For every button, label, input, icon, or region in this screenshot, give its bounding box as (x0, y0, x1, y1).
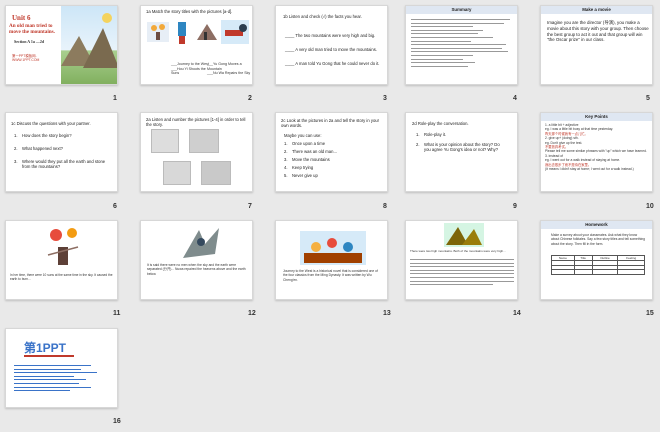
story-picture (163, 161, 191, 185)
task-item: Role-play it. (424, 132, 447, 137)
phrase-item: Never give up (292, 173, 318, 178)
match-item: ___Journey to the West (171, 62, 209, 66)
slide-heading: 2c Look at the pictures in 2a and tell t… (281, 118, 379, 129)
slide-subtitle: An old man tried to move the mountains. (9, 23, 55, 35)
key-points-list: 1. a little bit + adjective eg. I was a … (545, 123, 651, 171)
phrase-lead: Maybe you can use: (284, 133, 322, 138)
slide-thumbnail-14[interactable]: There were two high mountains. Both of t… (405, 220, 518, 300)
phrase-item: Move the mountains (292, 157, 330, 162)
slide-header: Homework (541, 221, 652, 229)
cover-illustration (61, 6, 117, 84)
key-point: (It means I didn't stay at home; I went … (545, 167, 634, 172)
slide-heading: Homework (585, 222, 608, 227)
question-item: What happened next? (22, 146, 63, 151)
summary-text-block (411, 17, 514, 67)
slide-logo: 第1PPT (24, 341, 67, 355)
slide-heading: Key Points (585, 114, 608, 119)
picture-a (147, 22, 169, 42)
slide-number-2: 2 (248, 95, 252, 102)
story-illustration (38, 225, 88, 273)
slide-header: Key Points (541, 113, 652, 121)
slide-number-15: 15 (646, 310, 654, 317)
slide-heading: 1a Match the story titles with the pictu… (146, 9, 233, 14)
slide-number-6: 6 (113, 203, 117, 210)
story-caption: Journey to the West is a historical nove… (283, 269, 378, 282)
slide-heading: Make a movie (582, 7, 611, 12)
phrase-item: There was an old man… (292, 149, 338, 154)
slide-number-10: 10 (646, 203, 654, 210)
slide-number-16: 16 (113, 418, 121, 425)
slide-number-13: 13 (383, 310, 391, 317)
story-illustration (444, 223, 484, 247)
slide-sorter-view: { "slides": [ {"num": "1", "title": "Uni… (0, 0, 660, 432)
slide-title: Unit 6 (12, 14, 31, 22)
slide-thumbnail-11[interactable]: In her time, there were 10 suns at the s… (5, 220, 118, 300)
section-label: Section A 1a —2d (14, 39, 45, 44)
slide-number-14: 14 (513, 310, 521, 317)
match-item: ___Hou Yi Shoots the Suns (171, 66, 206, 76)
story-illustration (179, 224, 223, 262)
question-item: Where would they put all the earth and s… (22, 159, 106, 170)
slide-thumbnail-4[interactable]: Summary (405, 5, 518, 85)
match-item: ___Yu Gong Moves a Mountain (207, 62, 242, 71)
story-picture (201, 161, 231, 185)
survey-table: Name Title Outline Feeling (551, 255, 645, 275)
fact-item: ____ A man told Yu Gong that he could ne… (285, 61, 380, 66)
question-item: How does the story begin? (22, 133, 72, 138)
task-item: What is your opinion about the story? Do… (424, 142, 500, 153)
picture-c (195, 20, 219, 42)
story-illustration (300, 231, 366, 265)
slide-heading: 2a Listen and number the pictures [1-4] … (146, 117, 246, 128)
slide-thumbnail-1[interactable]: Unit 6 An old man tried to move the moun… (5, 5, 118, 85)
story-text-block (410, 257, 514, 285)
slide-header: Make a movie (541, 6, 652, 14)
slide-thumbnail-7[interactable]: 2a Listen and number the pictures [1-4] … (140, 112, 253, 192)
slide-header: Summary (406, 6, 517, 14)
slide-thumbnail-6[interactable]: 1c Discuss the questions with your partn… (5, 112, 118, 192)
slide-number-1: 1 (113, 95, 117, 102)
slide-number-5: 5 (646, 95, 650, 102)
slide-number-4: 4 (513, 95, 517, 102)
slide-heading: 1b Listen and check (√) the facts you he… (283, 14, 362, 19)
logo-underline (24, 355, 74, 357)
slide-number-12: 12 (248, 310, 256, 317)
story-picture (151, 129, 179, 153)
phrase-item: Once upon a time (292, 141, 326, 146)
story-picture (189, 129, 219, 153)
slide-thumbnail-12[interactable]: It is said there were no men when the sk… (140, 220, 253, 300)
story-caption: It is said there were no men when the sk… (147, 263, 246, 276)
website-label: 第一PPT模板网-WWW.1PPT.COM (12, 54, 40, 62)
slide-number-8: 8 (383, 203, 387, 210)
slide-number-11: 11 (113, 310, 121, 317)
slide-heading: 2d Role-play the conversation. (412, 121, 469, 126)
fact-item: ____ The two mountains were very high an… (285, 33, 376, 38)
slide-thumbnail-10[interactable]: Key Points 1. a little bit + adjective e… (540, 112, 653, 192)
slide-number-3: 3 (383, 95, 387, 102)
phrase-item: Keep trying (292, 165, 314, 170)
slide-thumbnail-3[interactable]: 1b Listen and check (√) the facts you he… (275, 5, 388, 85)
slide-heading: 1c Discuss the questions with your partn… (11, 121, 91, 126)
story-caption: There were two high mountains. Both of t… (410, 249, 506, 253)
slide-body: Imagine you are the director (导演), you m… (547, 20, 649, 43)
slide-number-7: 7 (248, 203, 252, 210)
text-block (14, 363, 110, 391)
slide-thumbnail-13[interactable]: Journey to the West is a historical nove… (275, 220, 388, 300)
slide-thumbnail-2[interactable]: 1a Match the story titles with the pictu… (140, 5, 253, 85)
slide-thumbnail-16[interactable]: 第1PPT (5, 328, 118, 408)
picture-d (221, 20, 249, 44)
slide-thumbnail-15[interactable]: Homework Make a survey about your classm… (540, 220, 653, 300)
match-item: ___Nu Wa Repairs the Sky (207, 71, 251, 76)
slide-body: Make a survey about your classmates. Ask… (551, 233, 646, 246)
story-caption: In her time, there were 10 suns at the s… (10, 273, 113, 282)
slide-number-9: 9 (513, 203, 517, 210)
fact-item: ____ A very old man tried to move the mo… (285, 47, 377, 52)
slide-thumbnail-8[interactable]: 2c Look at the pictures in 2a and tell t… (275, 112, 388, 192)
slide-heading: Summary (451, 7, 472, 12)
slide-thumbnail-5[interactable]: Make a movie Imagine you are the directo… (540, 5, 653, 85)
picture-b (173, 20, 191, 46)
slide-thumbnail-9[interactable]: 2d Role-play the conversation. 1. Role-p… (405, 112, 518, 192)
